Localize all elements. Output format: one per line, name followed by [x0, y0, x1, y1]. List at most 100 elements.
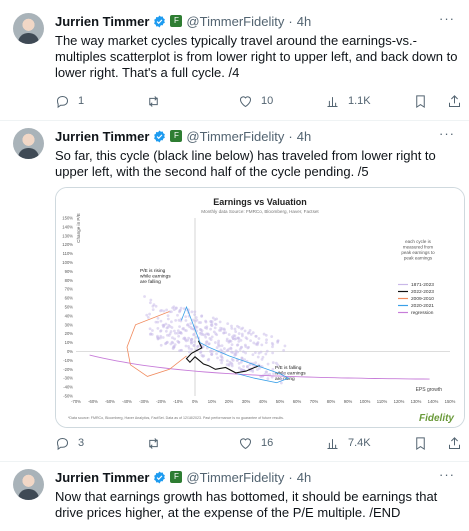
- x-tick-label: 140%: [428, 399, 439, 404]
- y-tick-label: 30%: [65, 322, 74, 327]
- scatter-point: [282, 348, 286, 352]
- scatter-point: [200, 314, 204, 318]
- y-tick-label: 60%: [65, 296, 74, 301]
- timestamp[interactable]: 4h: [297, 470, 311, 485]
- y-tick-label: 20%: [65, 331, 74, 336]
- scatter-point: [164, 342, 167, 346]
- author-name[interactable]: Jurrien Timmer: [55, 129, 149, 144]
- scatter-point: [225, 363, 229, 367]
- share-button[interactable]: [447, 436, 462, 451]
- like-count: 10: [261, 95, 274, 107]
- y-tick-label: 150%: [62, 216, 73, 221]
- tweet-1[interactable]: Jurrien Timmer F @TimmerFidelity · 4h ··…: [0, 0, 469, 122]
- y-tick-label: 110%: [63, 251, 74, 256]
- scatter-point: [218, 320, 222, 324]
- repost-button[interactable]: [146, 436, 169, 451]
- scatter-point: [244, 345, 248, 348]
- author-handle[interactable]: @TimmerFidelity: [186, 470, 284, 485]
- scatter-point: [212, 330, 216, 334]
- scatter-point: [213, 326, 217, 330]
- scatter-point: [205, 332, 209, 336]
- scatter-point: [159, 343, 163, 347]
- scatter-point: [210, 353, 214, 356]
- scatter-point: [243, 329, 247, 333]
- chart-note: each cycle is measured from peak earnings …: [401, 239, 435, 261]
- chart-image[interactable]: Earnings vs Valuation Monthly data Sourc…: [55, 187, 465, 428]
- scatter-point: [188, 350, 191, 354]
- scatter-point: [266, 377, 270, 381]
- tweet-actions: 1 10 1.1K: [55, 93, 465, 109]
- views-icon: [327, 96, 338, 107]
- scatter-point: [281, 372, 285, 375]
- author-name[interactable]: Jurrien Timmer: [55, 14, 149, 29]
- like-button[interactable]: 16: [238, 436, 273, 451]
- scatter-point: [222, 347, 226, 350]
- scatter-point: [256, 355, 260, 359]
- tweet-3[interactable]: Jurrien Timmer F @TimmerFidelity · 4h ··…: [0, 462, 469, 531]
- views-button[interactable]: 7.4K: [325, 436, 371, 451]
- y-tick-label: 50%: [65, 305, 74, 310]
- views-button[interactable]: 1.1K: [325, 94, 371, 109]
- legend-label: 2009-2010: [411, 296, 434, 302]
- scatter-point: [184, 315, 188, 319]
- author-name[interactable]: Jurrien Timmer: [55, 470, 149, 485]
- more-icon[interactable]: ···: [439, 467, 455, 482]
- scatter-point: [156, 316, 160, 320]
- scatter-point: [187, 336, 191, 340]
- scatter-point: [148, 301, 152, 305]
- scatter-point: [257, 337, 261, 340]
- x-tick-label: 80%: [327, 399, 336, 404]
- timestamp[interactable]: 4h: [297, 129, 311, 144]
- share-button[interactable]: [447, 94, 462, 109]
- scatter-point: [193, 340, 197, 344]
- x-tick-label: -30%: [139, 399, 149, 404]
- repost-button[interactable]: [146, 94, 169, 109]
- y-tick-label: -40%: [63, 385, 73, 390]
- y-tick-label: 40%: [65, 313, 74, 318]
- repost-icon: [149, 95, 158, 107]
- more-icon[interactable]: ···: [439, 11, 455, 26]
- scatter-point: [271, 361, 275, 364]
- scatter-point: [219, 348, 223, 352]
- author-handle[interactable]: @TimmerFidelity: [186, 129, 284, 144]
- scatter-point: [177, 340, 181, 344]
- scatter-point: [193, 313, 197, 317]
- scatter-point: [230, 350, 233, 354]
- scatter-point: [220, 356, 224, 360]
- scatter-point: [164, 329, 168, 333]
- scatter-point: [283, 344, 287, 348]
- x-tick-label: 0%: [192, 399, 198, 404]
- more-icon[interactable]: ···: [439, 126, 455, 141]
- avatar[interactable]: [13, 469, 44, 500]
- separator-dot: ·: [288, 469, 293, 485]
- scatter-point: [272, 372, 275, 376]
- y-tick-label: -30%: [63, 376, 73, 381]
- scatter-point: [173, 331, 177, 335]
- reply-button[interactable]: 1: [55, 94, 84, 109]
- scatter-point: [193, 310, 197, 314]
- scatter-point: [166, 314, 170, 318]
- avatar[interactable]: [13, 128, 44, 159]
- y-tick-label: 130%: [62, 233, 73, 238]
- avatar[interactable]: [13, 13, 44, 44]
- scatter-point: [233, 352, 237, 356]
- scatter-point: [215, 333, 219, 337]
- like-button[interactable]: 10: [238, 94, 273, 109]
- reply-button[interactable]: 3: [55, 436, 84, 451]
- fidelity-logo: Fidelity: [419, 413, 454, 424]
- scatter-point: [190, 310, 194, 314]
- scatter-point: [219, 326, 222, 330]
- scatter-point: [184, 319, 188, 322]
- scatter-point: [242, 364, 245, 368]
- scatter-point: [251, 353, 255, 357]
- verified-badge-icon: [154, 471, 166, 483]
- scatter-point: [190, 347, 193, 351]
- scatter-point: [220, 344, 224, 348]
- chart-svg: Earnings vs Valuation Monthly data Sourc…: [56, 188, 464, 427]
- x-tick-label: 30%: [242, 399, 251, 404]
- bookmark-button[interactable]: [413, 436, 428, 451]
- scatter-point: [214, 323, 218, 326]
- timestamp[interactable]: 4h: [297, 14, 311, 29]
- author-handle[interactable]: @TimmerFidelity: [186, 14, 284, 29]
- bookmark-button[interactable]: [413, 94, 428, 109]
